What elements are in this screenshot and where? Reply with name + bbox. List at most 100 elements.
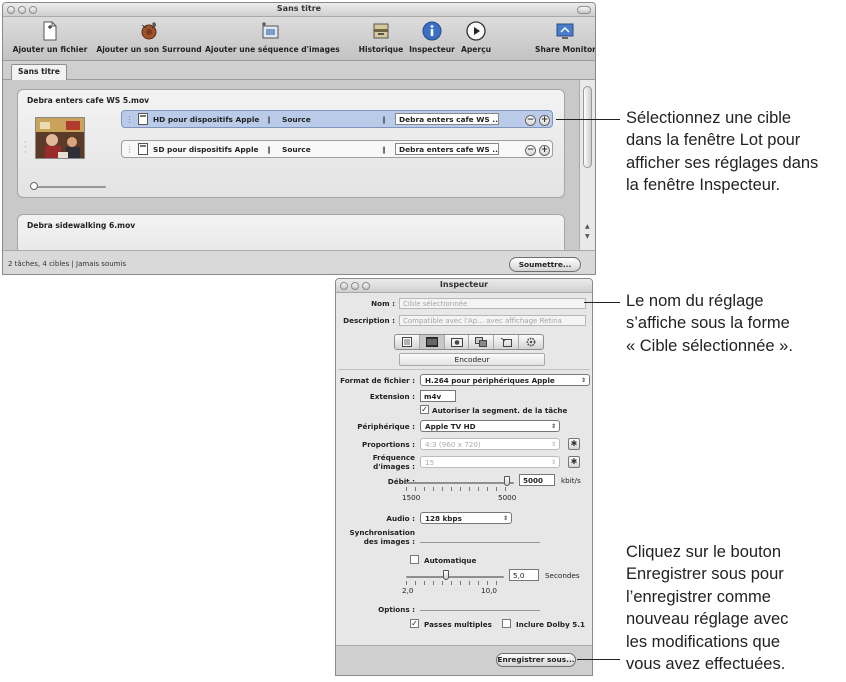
sync-slider[interactable] [406,576,504,578]
frame-rate-popup[interactable]: 15 ⇕ [420,456,560,468]
description-label: Description : [343,316,395,325]
dolby-label: Inclure Dolby 5.1 [516,620,585,629]
up-down-arrows-icon: ⇕ [550,459,556,466]
vertical-scrollbar[interactable]: ▲ ▼ [579,80,595,250]
callout-line: Sélectionnez une cible [626,109,792,127]
callout-line: s’affiche sous la forme [626,314,790,333]
save-as-button[interactable]: Enregistrer sous... [496,653,576,667]
target-row[interactable]: ⋮ SD pour dispositifs Apple ‖ Source ‖ D… [121,140,553,158]
tab-frame-controls[interactable] [445,335,470,349]
preview-slider[interactable] [30,182,106,190]
tab-encoder[interactable] [419,335,445,349]
callout-line: l’enregistrer comme [626,587,771,606]
callout-line: les modifications que [626,632,781,651]
inspector-button[interactable]: Inspecteur [408,20,456,54]
name-field[interactable]: Cible sélectionnée [399,298,586,309]
target-row[interactable]: ⋮ HD pour dispositifs Apple ‖ Source ‖ D… [121,110,553,128]
sync-slider-knob[interactable] [443,570,449,580]
job-group[interactable]: Debra enters cafe WS 5.mov · · · ⋮ HD po… [17,89,565,198]
callout-line: Enregistrer sous pour [626,565,784,584]
file-format-popup[interactable]: H.264 pour périphériques Apple ⇕ [420,374,590,386]
status-bar: 2 tâches, 4 cibles | Jamais soumis Soume… [3,250,595,274]
remove-target-button[interactable]: − [525,115,536,126]
history-icon [373,23,389,39]
dolby-checkbox[interactable] [502,619,511,628]
callout-line: nouveau réglage avec [626,610,789,629]
extension-field[interactable]: m4v [420,390,456,402]
remove-target-button[interactable]: − [525,145,536,156]
status-text: 2 tâches, 4 cibles | Jamais soumis [8,260,127,268]
up-down-arrows-icon: ⇕ [550,441,556,448]
frame-rate-label: Fréquence [372,453,415,462]
add-file-button[interactable]: Ajouter un fichier [9,20,91,54]
preview-button[interactable]: Aperçu [458,20,494,54]
add-target-button[interactable]: + [539,115,550,126]
callout-setting-name: Le nom du réglage s’affiche sous la form… [626,290,793,357]
tab-actions[interactable] [519,335,543,349]
callout-line: dans la fenêtre Lot pour [626,131,801,150]
tab-summary[interactable] [395,335,420,349]
sync-label: Synchronisation [349,528,415,537]
encoder-tab-label[interactable]: Encodeur [399,353,545,366]
file-format-label: Format de fichier : [340,376,415,385]
summary-icon [401,337,412,347]
preview-slider-knob[interactable] [30,182,38,190]
batch-content: Debra enters cafe WS 5.mov · · · ⋮ HD po… [3,80,595,274]
drag-handle-icon[interactable]: · · · [24,139,27,157]
toolbar-toggle-button[interactable] [577,6,591,14]
job-title: Debra enters cafe WS 5.mov [27,96,150,105]
callout-line: Le nom du réglage [626,292,764,310]
aspect-popup[interactable]: 4:3 (960 x 720) ⇕ [420,438,560,450]
output-filename-field[interactable]: Debra enters cafe WS ... [395,143,499,155]
device-popup[interactable]: Apple TV HD ⇕ [420,420,560,432]
allow-segment-checkbox[interactable]: ✓ [420,405,429,414]
history-button[interactable]: Historique [357,20,405,54]
add-target-button[interactable]: + [539,145,550,156]
info-icon [422,21,442,41]
submit-button[interactable]: Soumettre... [509,257,581,272]
share-monitor-button[interactable]: Share Monitor [535,20,595,54]
sync-max: 10,0 [481,586,498,595]
scroll-up-icon[interactable]: ▲ [585,223,590,230]
setting-icon [138,113,148,127]
aspect-value: 4:3 (960 x 720) [425,440,481,449]
callout-leader [577,659,620,660]
frame-rate-gear-icon[interactable]: ✱ [568,456,580,468]
settings-pane-selector[interactable] [394,334,544,350]
drag-handle-icon[interactable]: ⋮ [126,115,133,124]
bitrate-slider[interactable] [406,482,514,484]
share-monitor-label: Share Monitor [535,45,596,54]
scroll-down-icon[interactable]: ▼ [585,233,590,240]
encoder-icon [425,337,438,347]
sync-ticks [406,581,504,585]
add-surround-button[interactable]: Ajouter un son Surround [95,20,203,54]
automatic-label: Automatique [424,556,477,565]
surround-sound-icon [141,22,157,40]
tab-bar: Sans titre [3,61,595,80]
seconds-field[interactable]: 5,0 [509,569,539,581]
bitrate-unit: kbit/s [561,476,581,485]
gear-icon [526,337,536,347]
bitrate-max: 5000 [498,493,517,502]
output-filename-field[interactable]: Debra enters cafe WS ... [395,113,499,125]
aspect-gear-icon[interactable]: ✱ [568,438,580,450]
sync-label-2: des images : [363,537,415,546]
tab-geometry[interactable] [494,335,520,349]
tab-sans-titre[interactable]: Sans titre [11,64,67,80]
image-sequence-icon [262,22,279,39]
inspector-title: Inspecteur [439,280,489,289]
filters-icon [475,337,488,347]
scrollbar-thumb[interactable] [583,86,592,168]
tab-filters[interactable] [469,335,495,349]
preview-label: Aperçu [460,45,492,54]
audio-label: Audio : [386,514,415,523]
aspect-label: Proportions : [362,440,415,449]
description-field[interactable]: Compatible avec l'Ap... avec affichage R… [399,315,586,326]
audio-popup[interactable]: 128 kbps ⇕ [420,512,512,524]
bitrate-slider-knob[interactable] [504,476,510,486]
add-image-sequence-button[interactable]: Ajouter une séquence d'images [205,20,340,54]
automatic-checkbox[interactable] [410,555,419,564]
bitrate-field[interactable]: 5000 [519,474,555,486]
drag-handle-icon[interactable]: ⋮ [126,145,133,154]
multipass-checkbox[interactable]: ✓ [410,619,419,628]
